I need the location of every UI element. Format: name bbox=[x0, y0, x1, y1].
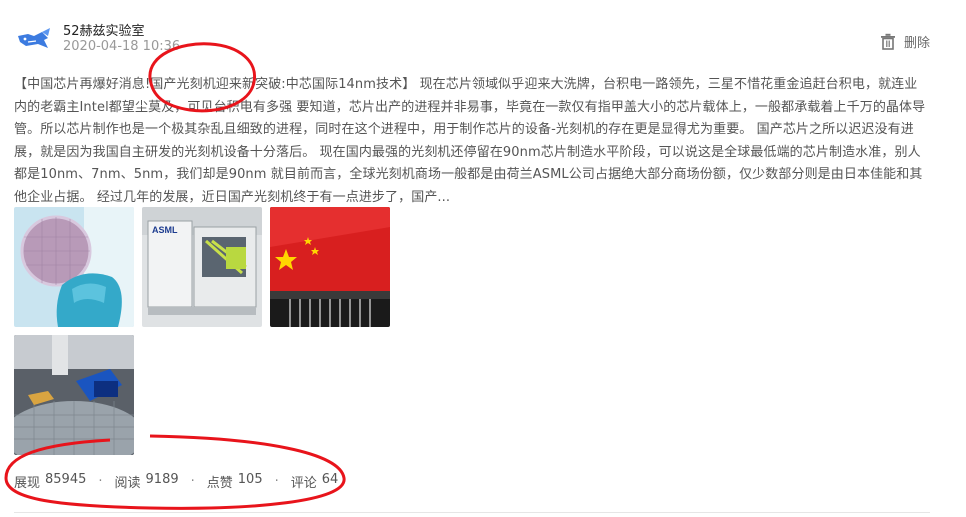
stat-impressions: 展现 85945 bbox=[14, 472, 86, 491]
stat-label: 点赞 bbox=[206, 476, 233, 491]
thumb-wafer-hand[interactable] bbox=[14, 207, 134, 327]
delete-label: 删除 bbox=[903, 36, 930, 51]
stat-label: 阅读 bbox=[114, 476, 141, 491]
delete-button[interactable]: 删除 bbox=[880, 32, 930, 51]
post-datetime: 2020-04-18 10:36 bbox=[63, 39, 181, 54]
thumb-lithography-machine[interactable]: ASML bbox=[142, 207, 262, 327]
machine-brand-label: ASML bbox=[152, 225, 178, 235]
thumb-wafer-probe[interactable] bbox=[14, 335, 134, 455]
stat-label: 展现 bbox=[14, 476, 41, 491]
stat-separator: · bbox=[98, 474, 103, 489]
image-grid: ASML bbox=[14, 207, 394, 455]
post-header: 52赫兹实验室 2020-04-18 10:36 删除 bbox=[14, 20, 954, 56]
stat-separator: · bbox=[274, 474, 279, 489]
trash-icon bbox=[880, 33, 896, 50]
bottom-divider bbox=[14, 512, 930, 513]
stat-value: 64 bbox=[321, 472, 339, 487]
stat-value: 105 bbox=[237, 472, 263, 487]
stat-separator: · bbox=[190, 474, 195, 489]
stat-reads: 阅读 9189 bbox=[115, 472, 179, 491]
author-name[interactable]: 52赫兹实验室 bbox=[63, 20, 145, 39]
stat-label: 评论 bbox=[290, 476, 317, 491]
stat-comments: 评论 64 bbox=[291, 472, 339, 491]
post-body-text[interactable]: 【中国芯片再爆好消息!国产光刻机迎来新突破:中芯国际14nm技术】 现在芯片领域… bbox=[14, 74, 930, 209]
stat-value: 9189 bbox=[145, 472, 179, 487]
stat-value: 85945 bbox=[45, 472, 87, 487]
thumb-china-flag-chip[interactable] bbox=[270, 207, 390, 327]
stat-likes: 点赞 105 bbox=[207, 472, 263, 491]
post-stats: 展现 85945 · 阅读 9189 · 点赞 105 · 评论 64 bbox=[14, 472, 338, 491]
whale-logo-icon[interactable] bbox=[14, 22, 54, 54]
